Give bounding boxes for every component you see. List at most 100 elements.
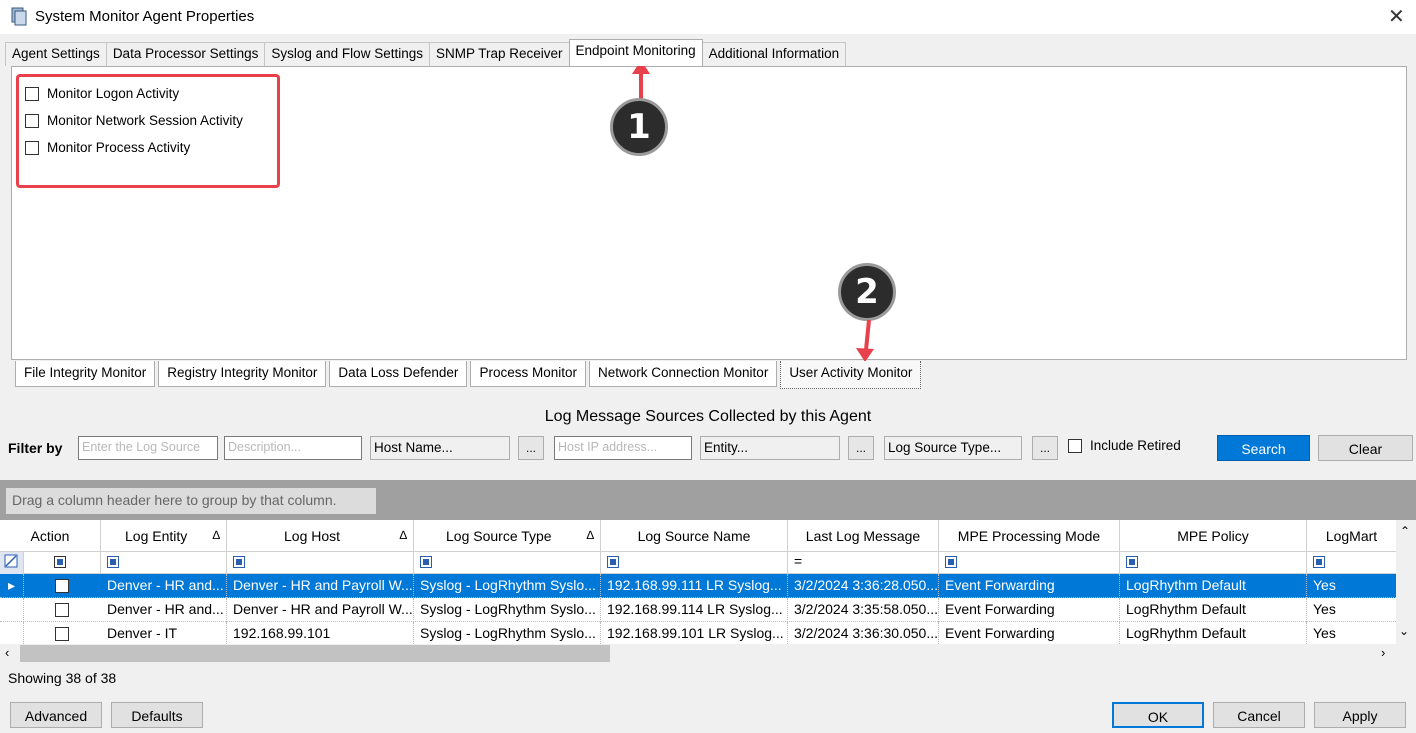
column-header-logmart[interactable]: LogMart: [1307, 520, 1396, 552]
column-header-mpe-processing-mode[interactable]: MPE Processing Mode: [939, 520, 1120, 552]
filter-operator-icon: [1126, 556, 1138, 568]
log-source-filter-input[interactable]: Enter the Log Source: [78, 436, 218, 460]
include-retired-label: Include Retired: [1090, 438, 1181, 453]
column-header-log-host[interactable]: Log Host ∆: [227, 520, 414, 552]
cell-log-entity: Denver - HR and...: [101, 598, 227, 622]
cell-mpe-processing-mode: Event Forwarding: [939, 622, 1120, 644]
cell-last-log-message: 3/2/2024 3:36:28.050...: [788, 574, 939, 598]
entity-browse-button[interactable]: ...: [848, 436, 874, 460]
filter-cell-logmart[interactable]: [1307, 552, 1396, 574]
host-name-browse-button[interactable]: ...: [518, 436, 544, 460]
filter-edit-icon: [4, 554, 18, 568]
checkbox-box[interactable]: [1068, 438, 1082, 453]
scroll-up-icon[interactable]: ⌃: [1400, 524, 1410, 538]
filter-operator-icon: [945, 556, 957, 568]
include-retired-checkbox[interactable]: Include Retired: [1068, 438, 1181, 453]
column-header-last-log-message[interactable]: Last Log Message: [788, 520, 939, 552]
host-ip-filter-input[interactable]: Host IP address...: [554, 436, 692, 460]
filter-cell-log-entity[interactable]: [101, 552, 227, 574]
table-row[interactable]: Denver - HR and... Denver - HR and Payro…: [0, 598, 1396, 622]
vertical-scrollbar[interactable]: ⌃ ⌄: [1396, 520, 1416, 644]
row-action-checkbox[interactable]: [55, 603, 69, 617]
annotation-badge-1: 1: [610, 98, 668, 156]
sub-tabs: File Integrity Monitor Registry Integrit…: [15, 361, 924, 389]
main-tabs: Agent Settings Data Processor Settings S…: [5, 39, 847, 66]
tab-endpoint-monitoring[interactable]: Endpoint Monitoring: [568, 39, 703, 66]
tab-agent-settings[interactable]: Agent Settings: [5, 42, 107, 66]
description-filter-input[interactable]: Description...: [224, 436, 362, 460]
sort-icon: ∆: [212, 528, 220, 542]
filter-cell-log-source-type[interactable]: [414, 552, 601, 574]
filter-cell-mpe-processing-mode[interactable]: [939, 552, 1120, 574]
search-button[interactable]: Search: [1217, 435, 1310, 461]
cell-log-source-name: 192.168.99.101 LR Syslog...: [601, 622, 788, 644]
filter-operator-icon: [607, 556, 619, 568]
filter-cell-mpe-policy[interactable]: [1120, 552, 1307, 574]
sort-icon: ∆: [586, 528, 594, 542]
cell-log-host: Denver - HR and Payroll W...: [227, 574, 414, 598]
app-icon: [11, 7, 27, 26]
log-source-type-browse-button[interactable]: ...: [1032, 436, 1058, 460]
filter-editor-icon[interactable]: [0, 552, 24, 574]
clear-button[interactable]: Clear: [1318, 435, 1413, 461]
column-header-log-source-name[interactable]: Log Source Name: [601, 520, 788, 552]
group-by-hint[interactable]: Drag a column header here to group by th…: [6, 488, 376, 514]
row-action-checkbox[interactable]: [55, 579, 69, 593]
filter-row: =: [0, 552, 1396, 574]
filter-cell-log-host[interactable]: [227, 552, 414, 574]
log-sources-grid: Action Log Entity ∆ Log Host ∆ Log Source …: [0, 520, 1396, 644]
defaults-button[interactable]: Defaults: [111, 702, 203, 728]
horizontal-scroll-thumb[interactable]: [20, 645, 610, 662]
window-title: System Monitor Agent Properties: [35, 8, 255, 25]
cell-log-host: 192.168.99.101: [227, 622, 414, 644]
table-row[interactable]: ▸ Denver - HR and... Denver - HR and Pay…: [0, 574, 1396, 598]
column-header-log-source-type[interactable]: Log Source Type ∆: [414, 520, 601, 552]
filter-cell-log-source-name[interactable]: [601, 552, 788, 574]
section-title: Log Message Sources Collected by this Ag…: [544, 408, 872, 425]
column-header-label: Log Entity: [125, 528, 188, 544]
cell-logmart: Yes: [1313, 577, 1336, 593]
table-row[interactable]: Denver - IT 192.168.99.101 Syslog - LogR…: [0, 622, 1396, 644]
filter-cell-action[interactable]: [24, 552, 101, 574]
cancel-button[interactable]: Cancel: [1213, 702, 1305, 728]
entity-filter[interactable]: Entity...: [700, 436, 840, 460]
subtab-file-integrity-monitor[interactable]: File Integrity Monitor: [15, 361, 156, 387]
tab-syslog-flow-settings[interactable]: Syslog and Flow Settings: [264, 42, 430, 66]
subtab-registry-integrity-monitor[interactable]: Registry Integrity Monitor: [158, 361, 327, 387]
sort-icon: ∆: [399, 528, 407, 542]
column-header-action[interactable]: Action: [0, 520, 101, 552]
filter-operator-icon: [1313, 556, 1325, 568]
row-indicator: [0, 622, 24, 644]
subtab-process-monitor[interactable]: Process Monitor: [470, 361, 586, 387]
equals-operator-icon: =: [794, 553, 803, 569]
ok-button[interactable]: OK: [1112, 702, 1204, 728]
column-header-log-entity[interactable]: Log Entity ∆: [101, 520, 227, 552]
row-action-checkbox[interactable]: [55, 627, 69, 641]
cell-log-entity: Denver - HR and...: [101, 574, 227, 598]
subtab-network-connection-monitor[interactable]: Network Connection Monitor: [588, 361, 778, 387]
column-header-mpe-policy[interactable]: MPE Policy: [1120, 520, 1307, 552]
host-name-filter[interactable]: Host Name...: [370, 436, 510, 460]
cell-logmart: Yes: [1313, 601, 1336, 617]
close-icon[interactable]: ✕: [1388, 4, 1405, 29]
advanced-button[interactable]: Advanced: [10, 702, 102, 728]
log-source-type-filter[interactable]: Log Source Type...: [884, 436, 1022, 460]
highlight-box: [16, 74, 280, 188]
scroll-right-icon[interactable]: ›: [1381, 645, 1385, 660]
scroll-left-icon[interactable]: ‹: [5, 645, 9, 660]
scroll-down-icon[interactable]: ⌄: [1399, 624, 1409, 638]
filter-operator-icon: [420, 556, 432, 568]
column-header-label: Log Host: [284, 528, 341, 544]
tab-snmp-trap-receiver[interactable]: SNMP Trap Receiver: [428, 42, 570, 66]
cell-mpe-policy: LogRhythm Default: [1120, 574, 1307, 598]
apply-button[interactable]: Apply: [1314, 702, 1406, 728]
tab-additional-information[interactable]: Additional Information: [701, 42, 847, 66]
filter-checkbox-icon: [54, 556, 66, 568]
cell-last-log-message: 3/2/2024 3:36:30.050...: [788, 622, 939, 644]
filter-cell-last-log-message[interactable]: =: [788, 552, 939, 574]
cell-log-source-name: 192.168.99.111 LR Syslog...: [601, 574, 788, 598]
row-indicator: [0, 598, 24, 622]
subtab-data-loss-defender[interactable]: Data Loss Defender: [329, 361, 468, 387]
subtab-user-activity-monitor[interactable]: User Activity Monitor: [780, 361, 922, 389]
tab-data-processor-settings[interactable]: Data Processor Settings: [105, 42, 266, 66]
